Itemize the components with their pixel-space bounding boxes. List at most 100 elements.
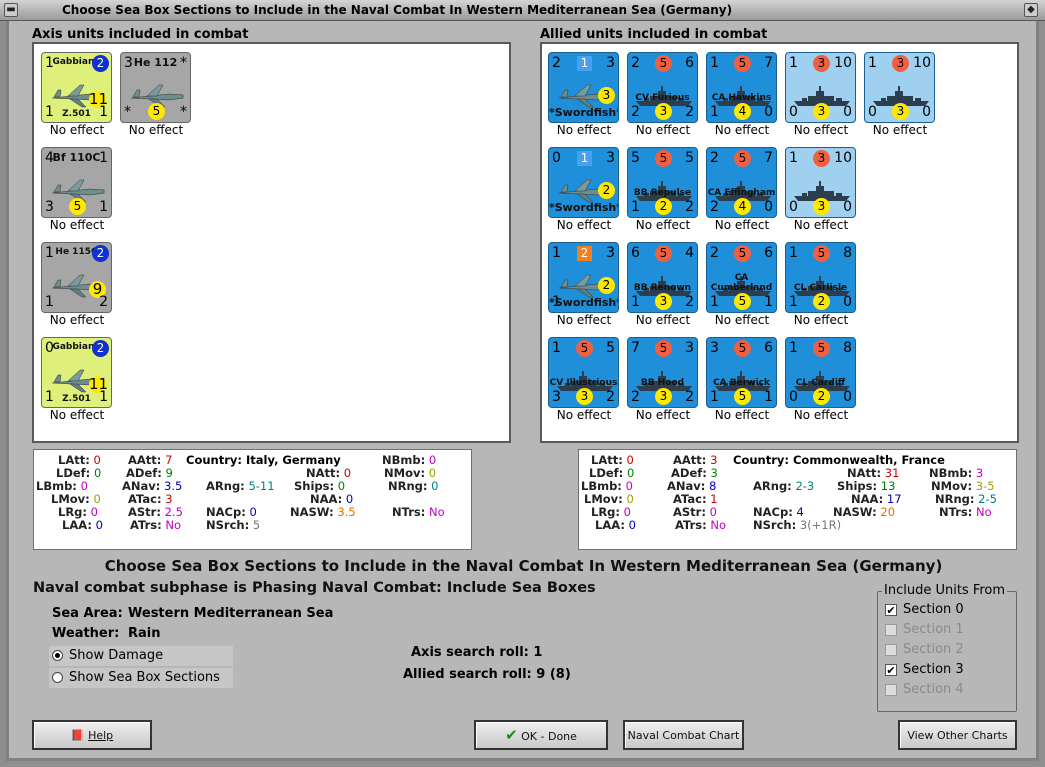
allied-unit-counter[interactable]: 2 5 6 5 1 1 CA Cumberland [706, 242, 777, 313]
unit-name: CV Illustrious [549, 378, 618, 388]
help-button[interactable]: 📕 Help [32, 720, 152, 750]
radio-button[interactable] [52, 672, 63, 683]
section-checkbox[interactable]: ✔ [885, 604, 897, 616]
effect-label: No effect [635, 218, 691, 232]
value-circle: 4 [734, 198, 751, 215]
stat-value: 3 [710, 466, 718, 480]
allied-unit-counter[interactable]: 5 5 5 2 1 2 BB Repulse [627, 147, 698, 218]
allied-unit-counter[interactable]: 2 5 7 4 2 0 CA Effingham [706, 147, 777, 218]
allied-country: Country: Commonwealth, France [733, 453, 945, 467]
axis-unit-counter[interactable]: 3 He 112 * 5 * * [120, 52, 191, 123]
system-menu-icon[interactable]: ▬ [4, 3, 18, 17]
stat-label: LRg: [58, 505, 88, 519]
unit-name: CA Effingham [707, 188, 776, 198]
stat-label: AStr: [128, 505, 161, 519]
value-circle: 3 [655, 103, 672, 120]
stat-value: 0 [431, 479, 439, 493]
value-circle: 3 [655, 388, 672, 405]
counter-value: 3 [45, 199, 54, 215]
value-circle: 2 [655, 198, 672, 215]
counter-value: 5 [631, 150, 640, 166]
stat-label: NASW: [833, 505, 877, 519]
section-label: Section 1 [903, 622, 964, 637]
stat-label: LMov: [51, 492, 90, 506]
counter-value: 0 [922, 104, 931, 120]
section-checkbox[interactable]: ✔ [885, 664, 897, 676]
allied-unit-counter[interactable]: 1 3 10 3 0 0 [864, 52, 935, 123]
stat-label: AStr: [673, 505, 706, 519]
stat-value: 0 [626, 492, 634, 506]
counter-value: * [180, 55, 187, 71]
stat-label: NBmb: [382, 453, 426, 467]
stat-label: LDef: [589, 466, 624, 480]
axis-unit-counter[interactable]: 1 He 115C 2 9 1 2 [41, 242, 112, 313]
stat-value: 0 [90, 505, 98, 519]
axis-unit-counter[interactable]: 1 Gabbiano 2 11 1 1 Z.501 [41, 52, 112, 123]
effect-label: No effect [872, 123, 928, 137]
window-title: Choose Sea Box Sections to Include in th… [62, 3, 733, 17]
allied-unit-counter[interactable]: 1 5 8 2 1 0 CL Carlisle [785, 242, 856, 313]
stat-label: LDef: [56, 466, 91, 480]
allied-unit-counter[interactable]: 1 3 10 3 0 0 [785, 52, 856, 123]
allied-unit-counter[interactable]: 0 1 3 2 *Swordfish* [548, 147, 619, 218]
effect-label: No effect [49, 123, 105, 137]
close-icon[interactable]: ◆ [1024, 3, 1038, 17]
allied-unit-counter[interactable]: 1 5 8 2 0 0 CL Cardiff [785, 337, 856, 408]
allied-unit-counter[interactable]: 3 5 6 5 1 1 CA Berwick [706, 337, 777, 408]
allied-unit-counter[interactable]: 1 3 10 3 0 0 [785, 147, 856, 218]
unit-name: BB Repulse [633, 188, 692, 198]
value-circle: 3 [892, 55, 909, 72]
stat-value: 3-5 [975, 479, 995, 493]
value-circle: 3 [813, 198, 830, 215]
value-circle: 5 [734, 293, 751, 310]
show-sections-option[interactable]: Show Sea Box Sections [49, 668, 233, 688]
stat-value: 4 [796, 505, 804, 519]
stat-label: NTrs: [392, 505, 426, 519]
show-damage-option[interactable]: Show Damage [49, 646, 233, 666]
counter-value: 2 [685, 389, 694, 405]
axis-unit-counter[interactable]: 4 Bf 110C 1 5 3 1 [41, 147, 112, 218]
help-label: Help [88, 729, 114, 742]
counter-value: 2 [606, 389, 615, 405]
stat-value: No [428, 505, 445, 519]
stat-label: NACp: [753, 505, 793, 519]
effect-label: No effect [714, 313, 770, 327]
value-circle: 3 [813, 150, 830, 167]
stat-value: 7 [165, 453, 173, 467]
allied-unit-counter[interactable]: 2 5 6 3 2 2 CV Furious [627, 52, 698, 123]
stat-label: ATac: [128, 492, 162, 506]
effect-label: No effect [635, 313, 691, 327]
effect-label: No effect [556, 218, 612, 232]
unit-name: BB Hood [640, 378, 685, 388]
view-other-charts-button[interactable]: View Other Charts [898, 720, 1017, 750]
allied-unit-counter[interactable]: 2 1 3 3 *Swordfish* [548, 52, 619, 123]
allied-unit-counter[interactable]: 1 5 7 4 1 0 CA Hawkins [706, 52, 777, 123]
axis-stats-panel: LAtt: 0 LDef: 0 LBmb: 0 LMov: 0 LRg: 0 L… [33, 449, 472, 550]
stat-value: 0 [93, 466, 102, 480]
title-bar: ▬ Choose Sea Box Sections to Include in … [0, 0, 1045, 21]
stat-value: 0 [709, 505, 717, 519]
axis-unit-counter[interactable]: 0 Gabbiano 2 11 1 1 Z.501 [41, 337, 112, 408]
stat-value: 0 [626, 466, 635, 480]
radio-button-selected[interactable] [52, 650, 63, 661]
stat-value: 0 [623, 505, 631, 519]
stat-value: 0 [343, 466, 352, 480]
counter-value: * [124, 104, 131, 120]
unit-name: *Swordfish* [549, 296, 619, 309]
counter-value: 3 [552, 389, 561, 405]
sea-area-label: Sea Area: [52, 606, 123, 621]
counter-value: 1 [710, 104, 719, 120]
allied-unit-counter[interactable]: 7 5 3 3 2 2 BB Hood [627, 337, 698, 408]
stat-label: LAtt: [591, 453, 623, 467]
allied-unit-counter[interactable]: 1 5 5 3 3 2 CV Illustrious [548, 337, 619, 408]
checkmark-icon: ✔ [505, 726, 518, 744]
counter-value: 2 [631, 104, 640, 120]
counter-value: 3 [710, 340, 719, 356]
ok-done-button[interactable]: ✔ OK - Done [474, 720, 608, 750]
section-checkbox [885, 644, 897, 656]
allied-unit-counter[interactable]: 1 2 3 2 1 *Swordfish* [548, 242, 619, 313]
value-circle: 3 [576, 388, 593, 405]
allied-unit-counter[interactable]: 6 5 4 3 1 2 BB Renown [627, 242, 698, 313]
counter-value: 5 [685, 150, 694, 166]
naval-combat-chart-button[interactable]: Naval Combat Chart [623, 720, 744, 750]
